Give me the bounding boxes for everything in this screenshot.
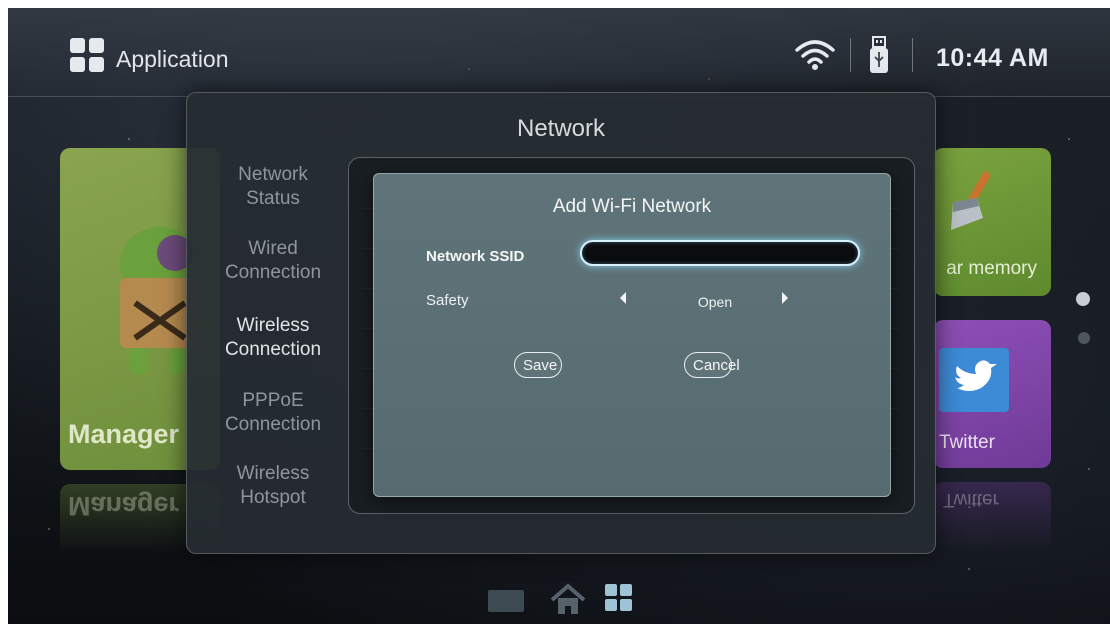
twitter-tile[interactable]: Twitter	[933, 320, 1051, 468]
ssid-input[interactable]	[580, 240, 860, 266]
dialog-title: Add Wi-Fi Network	[552, 196, 712, 217]
tv-icon[interactable]	[488, 590, 524, 612]
safety-value[interactable]: Open	[680, 294, 750, 310]
tile-reflection: Twitter	[933, 482, 1051, 552]
nav-item-label: PPPoE	[242, 390, 304, 411]
add-wifi-dialog: Add Wi-Fi Network Network SSID Safety Op…	[373, 173, 891, 497]
page-indicator[interactable]	[1078, 332, 1090, 344]
clear-memory-tile[interactable]: ar memory	[933, 148, 1051, 296]
home-icon[interactable]	[548, 582, 588, 616]
usb-icon	[870, 36, 888, 73]
chevron-left-icon[interactable]	[620, 292, 626, 304]
tv-launcher-screen: Application 10:44 AM Manager Manager ar …	[8, 8, 1110, 624]
nav-item-wired-connection[interactable]: Wired Connection	[201, 237, 345, 285]
nav-item-label: Hotspot	[240, 487, 306, 508]
status-separator	[850, 38, 851, 72]
panel-title: Network	[516, 115, 606, 142]
status-separator	[912, 38, 913, 72]
tile-reflection-label: Twitter	[943, 489, 999, 510]
app-title: Application	[116, 46, 229, 72]
tile-label: Twitter	[939, 432, 995, 453]
clock: 10:44 AM	[936, 44, 1049, 72]
nav-item-label: Wireless	[236, 463, 310, 484]
nav-item-label: Status	[246, 188, 300, 209]
broom-icon	[951, 171, 991, 230]
page-indicator-active[interactable]	[1076, 292, 1090, 306]
chevron-right-icon[interactable]	[782, 292, 788, 304]
ssid-label: Network SSID	[426, 248, 525, 265]
nav-item-label: Connection	[224, 262, 322, 283]
nav-item-label: Connection	[224, 339, 322, 360]
nav-item-label: Connection	[224, 414, 322, 435]
nav-item-label: Network	[238, 164, 308, 185]
nav-item-network-status[interactable]: Network Status	[201, 163, 345, 211]
nav-item-label: Wireless	[236, 315, 310, 336]
apps-icon[interactable]	[605, 584, 633, 612]
nav-item-wireless-hotspot[interactable]: Wireless Hotspot	[201, 462, 345, 510]
app-grid-icon	[70, 38, 104, 72]
twitter-icon	[939, 348, 1009, 412]
tile-reflection-label: Manager	[68, 491, 180, 521]
wifi-icon	[795, 40, 835, 70]
status-bar: Application 10:44 AM	[8, 8, 1110, 97]
save-button[interactable]: Save	[514, 352, 562, 378]
tile-label: Manager	[68, 419, 180, 449]
safety-label: Safety	[426, 292, 469, 309]
tile-label: ar memory	[946, 258, 1037, 279]
nav-item-pppoe-connection[interactable]: PPPoE Connection	[201, 389, 345, 437]
nav-item-label: Wired	[248, 238, 298, 259]
cancel-button[interactable]: Cancel	[684, 352, 740, 378]
nav-item-wireless-connection[interactable]: Wireless Connection	[201, 314, 345, 362]
